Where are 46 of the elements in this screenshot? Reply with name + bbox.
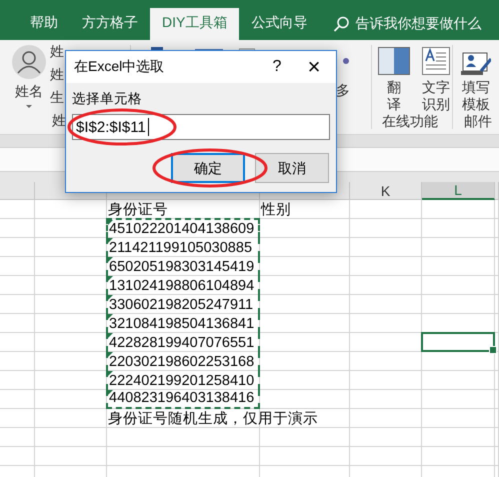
field-label: 选择单元格 bbox=[72, 90, 142, 108]
tell-me-search[interactable]: 告诉我你想要做什么 bbox=[355, 15, 482, 33]
name-button[interactable]: 姓名 bbox=[10, 45, 48, 108]
close-button[interactable]: × bbox=[292, 54, 336, 80]
avatar-icon bbox=[12, 45, 46, 79]
toolbar-icon bbox=[342, 58, 349, 64]
table-cell: 321084198504136841 bbox=[108, 316, 254, 333]
table-cell: 222402199201258410 bbox=[108, 373, 254, 390]
table-cell: 131024198806104894 bbox=[108, 278, 254, 295]
dialog-title: 在Excel中选取 bbox=[74, 58, 166, 76]
selected-cell[interactable] bbox=[421, 332, 495, 352]
ribbon-button[interactable]: 翻 译 bbox=[378, 47, 410, 113]
table-cell: 211421199105030885 bbox=[108, 240, 252, 257]
ribbon-tab[interactable]: 公式向导 bbox=[239, 8, 320, 40]
table-cell: 220302198602253168 bbox=[108, 354, 254, 371]
table-cell: 422828199407076551 bbox=[108, 335, 254, 352]
document-text-icon bbox=[422, 47, 450, 75]
group-label: 在线功能 bbox=[382, 113, 438, 131]
group-label: 姓 bbox=[52, 112, 66, 130]
table-cell: 650205198303145419 bbox=[108, 259, 254, 276]
input-field[interactable]: $I$2:$I$11 bbox=[72, 114, 330, 140]
ribbon-item-label[interactable]: 姓 bbox=[50, 43, 64, 61]
table-cell: 身份证号随机生成，仅用于演示 bbox=[107, 411, 318, 428]
table-cell: 451022201404138609 bbox=[108, 221, 254, 238]
column-header[interactable]: K bbox=[350, 182, 422, 200]
ok-button[interactable]: 确定 bbox=[171, 153, 245, 183]
ribbon-button[interactable]: 填写 模板 bbox=[461, 47, 492, 113]
ribbon-tab[interactable]: DIY工具箱 bbox=[150, 8, 240, 40]
ribbon-item-label[interactable]: 生 bbox=[50, 89, 64, 107]
ribbon-item-label[interactable]: 姓 bbox=[50, 66, 64, 84]
group-label: 邮件 bbox=[464, 113, 492, 131]
table-cell: 330602198205247911 bbox=[108, 297, 254, 314]
table-cell: 身份证号 bbox=[107, 202, 168, 219]
search-icon[interactable] bbox=[333, 16, 350, 32]
ribbon-button[interactable]: 文字 识别 bbox=[422, 47, 450, 113]
ribbon-tab[interactable]: 帮助 bbox=[18, 8, 70, 40]
column-header[interactable]: L bbox=[422, 182, 495, 200]
ribbon-button[interactable]: 多 bbox=[336, 82, 350, 100]
caret-icon[interactable] bbox=[26, 105, 32, 108]
split-panel-icon bbox=[378, 47, 410, 75]
cancel-button[interactable]: 取消 bbox=[255, 153, 329, 183]
table-cell: 性别 bbox=[260, 202, 291, 219]
help-button[interactable]: ? bbox=[262, 58, 292, 76]
ribbon-tab[interactable]: 方方格子 bbox=[70, 8, 150, 40]
table-cell: 440823196403138416 bbox=[108, 390, 254, 407]
fill-handle[interactable] bbox=[489, 346, 497, 354]
